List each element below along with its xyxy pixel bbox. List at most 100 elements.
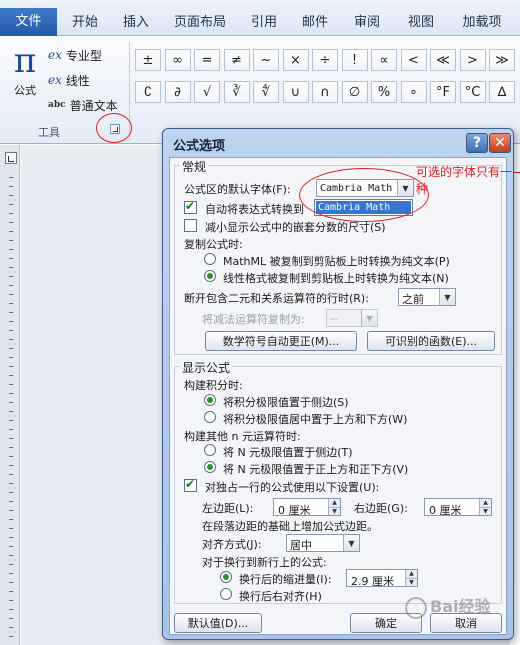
ruler-tick bbox=[9, 483, 13, 484]
tab-insert[interactable]: 插入 bbox=[112, 10, 160, 36]
symbol-button[interactable]: ∩ bbox=[312, 81, 338, 103]
right-margin-input[interactable]: 0 厘米 ▲ ▼ bbox=[424, 498, 492, 517]
wrap-indent-radio[interactable] bbox=[220, 571, 232, 583]
spin-down-icon[interactable]: ▼ bbox=[479, 507, 491, 515]
symbol-button[interactable]: √ bbox=[194, 81, 220, 103]
symbol-button[interactable]: ! bbox=[341, 49, 368, 71]
normal-text-button[interactable]: abc 普通文本 bbox=[48, 94, 118, 116]
symbol-button[interactable]: ± bbox=[135, 49, 161, 71]
professional-label: 专业型 bbox=[65, 48, 102, 63]
ruler-tick bbox=[9, 573, 13, 574]
watermark-text: Bai经验 bbox=[430, 597, 491, 616]
symbol-button[interactable]: ∆ bbox=[489, 81, 515, 103]
symbol-button[interactable]: ~ bbox=[253, 49, 279, 71]
integral-center-radio[interactable] bbox=[204, 411, 216, 423]
ruler-tick bbox=[9, 294, 13, 295]
nary-side-radio[interactable] bbox=[204, 444, 216, 456]
annotation-circle-font bbox=[299, 168, 429, 222]
ruler-tick bbox=[9, 411, 13, 412]
close-button[interactable]: ✕ bbox=[489, 133, 511, 153]
integral-side-label: 将积分极限值置于侧边(S) bbox=[223, 396, 349, 409]
integral-side-radio[interactable] bbox=[204, 394, 216, 406]
symbol-button[interactable]: ∪ bbox=[282, 81, 309, 103]
right-margin-value: 0 厘米 bbox=[429, 504, 462, 517]
auto-convert-checkbox[interactable] bbox=[184, 199, 197, 214]
ruler-tick bbox=[9, 456, 13, 457]
ruler-tick bbox=[9, 204, 13, 205]
symbol-button[interactable]: > bbox=[459, 49, 486, 71]
copy-mathml-radio[interactable] bbox=[204, 253, 216, 265]
symbol-button[interactable]: ≪ bbox=[430, 49, 456, 71]
tab-view[interactable]: 视图 bbox=[394, 10, 448, 36]
symbol-button[interactable]: ∞ bbox=[164, 49, 191, 71]
justification-select[interactable]: 居中 ▼ bbox=[286, 534, 360, 552]
symbol-button[interactable]: °F bbox=[430, 81, 456, 103]
spin-down-icon[interactable]: ▼ bbox=[405, 578, 417, 586]
tab-page-layout[interactable]: 页面布局 bbox=[162, 10, 238, 36]
wrap-indent-input[interactable]: 2.9 厘米 ▲ ▼ bbox=[346, 569, 418, 588]
symbol-button[interactable]: = bbox=[194, 49, 220, 71]
left-margin-input[interactable]: 0 厘米 ▲ ▼ bbox=[273, 498, 341, 517]
reduce-fraction-checkbox[interactable] bbox=[184, 219, 197, 232]
ruler-tick bbox=[9, 330, 13, 331]
tab-selector-icon[interactable] bbox=[5, 152, 17, 164]
linear-label: 线性 bbox=[65, 73, 90, 88]
left-margin-label: 左边距(L): bbox=[202, 502, 254, 515]
tab-addins[interactable]: 加载项 bbox=[450, 10, 514, 36]
symbol-button[interactable]: ∅ bbox=[341, 81, 368, 103]
copy-linear-radio[interactable] bbox=[204, 270, 216, 282]
ruler-tick bbox=[9, 375, 13, 376]
linear-format-button[interactable]: ex 线性 bbox=[48, 69, 90, 91]
nary-over-label: 将 N 元极限值置于正上方和正下方(V) bbox=[223, 463, 409, 476]
professional-format-button[interactable]: ex 专业型 bbox=[48, 44, 102, 66]
recognized-functions-button[interactable]: 可识别的函数(E)... bbox=[367, 331, 495, 351]
tab-references[interactable]: 引用 bbox=[240, 10, 288, 36]
symbol-button[interactable]: ∂ bbox=[164, 81, 191, 103]
spin-up-icon[interactable]: ▲ bbox=[328, 499, 340, 507]
integral-label: 构建积分时: bbox=[184, 379, 243, 392]
defaults-button[interactable]: 默认值(D)... bbox=[174, 613, 262, 633]
symbol-button[interactable]: ∛ bbox=[223, 81, 250, 103]
tab-file[interactable]: 文件 bbox=[0, 8, 57, 36]
auto-convert-label: 自动将表达式转换到 bbox=[205, 203, 304, 216]
help-button[interactable]: ? bbox=[466, 133, 488, 153]
ruler-tick bbox=[9, 555, 13, 556]
symbol-button[interactable]: ∝ bbox=[371, 49, 397, 71]
wrap-right-radio[interactable] bbox=[220, 588, 232, 600]
spin-up-icon[interactable]: ▲ bbox=[479, 499, 491, 507]
wrap-right-label: 换行后右对齐(H) bbox=[239, 590, 322, 603]
nary-over-radio[interactable] bbox=[204, 461, 216, 473]
ruler-tick bbox=[9, 321, 13, 322]
insert-equation-button[interactable]: π 公式 bbox=[8, 42, 42, 108]
wrap-indent-label: 换行后的缩进量(I): bbox=[239, 573, 332, 586]
math-autocorrect-button[interactable]: 数学符号自动更正(M)... bbox=[205, 331, 357, 351]
symbol-button[interactable]: ÷ bbox=[312, 49, 338, 71]
symbol-button[interactable]: % bbox=[371, 81, 397, 103]
pi-icon: π bbox=[13, 41, 37, 81]
symbol-button[interactable]: ∁ bbox=[135, 81, 161, 103]
symbol-button[interactable]: °C bbox=[459, 81, 486, 103]
break-lines-select[interactable]: 之前 ▼ bbox=[398, 288, 456, 306]
symbol-button[interactable]: ≫ bbox=[489, 49, 515, 71]
symbol-button[interactable]: × bbox=[282, 49, 309, 71]
spin-down-icon[interactable]: ▼ bbox=[328, 507, 340, 515]
symbol-button[interactable]: < bbox=[400, 49, 427, 71]
spin-up-icon[interactable]: ▲ bbox=[405, 570, 417, 578]
tab-review[interactable]: 审阅 bbox=[342, 10, 392, 36]
symbol-button[interactable]: ∜ bbox=[253, 81, 279, 103]
symbol-button[interactable]: ∘ bbox=[400, 81, 427, 103]
standalone-label: 对独占一行的公式使用以下设置(U): bbox=[205, 481, 380, 494]
ruler-tick bbox=[9, 312, 13, 313]
break-lines-value: 之前 bbox=[402, 293, 424, 306]
margin-note: 在段落边距的基础上增加公式边距。 bbox=[202, 520, 378, 533]
tab-mailings[interactable]: 邮件 bbox=[290, 10, 340, 36]
justification-value: 居中 bbox=[290, 539, 312, 552]
subtract-copy-label: 将减法运算符复制为: bbox=[202, 313, 305, 326]
symbol-button[interactable]: ≠ bbox=[223, 49, 250, 71]
wrap-indent-value: 2.9 厘米 bbox=[351, 575, 394, 588]
ruler-tick bbox=[9, 447, 13, 448]
display-legend: 显示公式 bbox=[180, 359, 233, 376]
standalone-checkbox[interactable] bbox=[184, 477, 197, 492]
ruler-tick bbox=[9, 600, 13, 601]
tab-home[interactable]: 开始 bbox=[60, 10, 110, 36]
